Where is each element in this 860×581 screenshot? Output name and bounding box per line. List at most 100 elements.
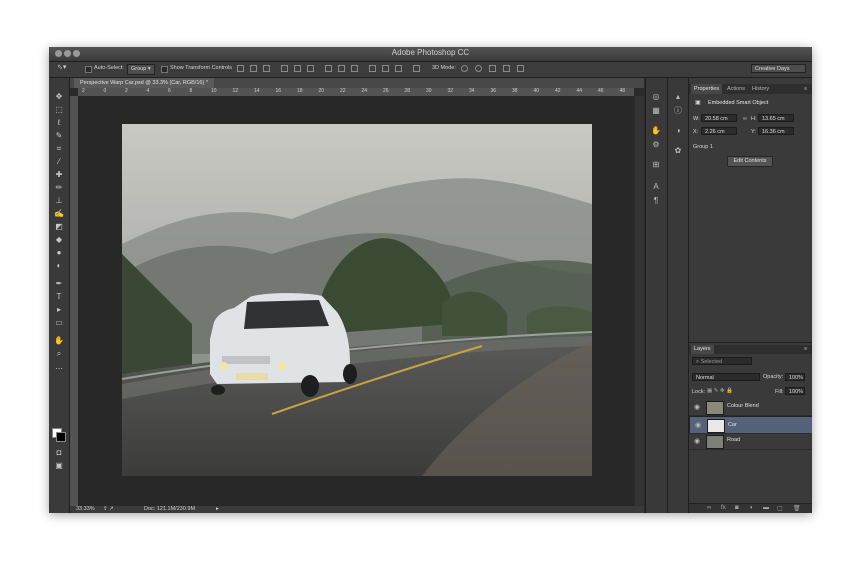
share-icon[interactable]: ⇪ ↗ bbox=[103, 506, 114, 513]
fill-field[interactable]: 100% bbox=[785, 387, 805, 395]
align-hcenter-icon[interactable] bbox=[294, 65, 301, 72]
background-color-swatch[interactable] bbox=[56, 432, 66, 442]
swatches-icon[interactable]: ▦ bbox=[651, 106, 661, 115]
add-mask-icon[interactable]: ◙ bbox=[735, 505, 739, 511]
layers-menu-icon[interactable]: ≡ bbox=[801, 345, 810, 354]
healing-brush-icon[interactable]: ✚ bbox=[54, 170, 64, 180]
move-tool-icon[interactable]: ⬁▾ bbox=[57, 63, 66, 71]
align-bottom-icon[interactable] bbox=[263, 65, 270, 72]
distribute-top-icon[interactable] bbox=[325, 65, 332, 72]
layer-row-selected[interactable]: ◉ Car bbox=[689, 416, 812, 434]
visibility-eye-icon[interactable]: ◉ bbox=[694, 437, 700, 445]
quick-select-icon[interactable]: ✎ bbox=[54, 131, 64, 141]
history-brush-icon[interactable]: ✍ bbox=[54, 209, 64, 219]
clone-stamp-icon[interactable]: ⊥ bbox=[54, 196, 64, 206]
panel-menu-icon[interactable]: ≡ bbox=[801, 84, 810, 94]
character-panel-icon[interactable]: A bbox=[651, 182, 661, 191]
paint-bucket-icon[interactable]: ◆ bbox=[54, 235, 64, 245]
width-field[interactable]: 20.58 cm bbox=[701, 114, 737, 122]
brush-panel-icon[interactable]: ✋ bbox=[651, 126, 661, 135]
new-group-icon[interactable]: ▬ bbox=[763, 505, 769, 511]
dodge-icon[interactable]: ◐ bbox=[54, 261, 64, 271]
3d-panel-icon[interactable]: ◎ bbox=[651, 92, 661, 101]
info-panel-icon[interactable]: ⓘ bbox=[673, 106, 683, 115]
y-label: Y: bbox=[751, 129, 756, 135]
auto-select-checkbox[interactable] bbox=[85, 66, 92, 73]
distribute-vcenter-icon[interactable] bbox=[338, 65, 345, 72]
adjustments-icon[interactable]: ◑ bbox=[673, 126, 683, 135]
blur-icon[interactable]: ● bbox=[54, 248, 64, 258]
rectangle-icon[interactable]: ▭ bbox=[54, 318, 64, 328]
screen-mode-icon[interactable]: ▣ bbox=[54, 461, 64, 471]
layer-filter-field[interactable]: ⌕ Selected bbox=[692, 357, 752, 365]
3d-roll-icon[interactable] bbox=[475, 65, 482, 72]
document-image[interactable] bbox=[122, 124, 592, 476]
3d-slide-icon[interactable] bbox=[503, 65, 510, 72]
layer-name: Road bbox=[727, 437, 741, 443]
3d-pan-icon[interactable] bbox=[489, 65, 496, 72]
new-layer-icon[interactable]: ▢ bbox=[777, 505, 783, 512]
histogram-icon[interactable]: ▴ bbox=[673, 92, 683, 101]
adjustment-layer-icon[interactable]: ◑ bbox=[749, 505, 753, 511]
hand-icon[interactable]: ✋ bbox=[54, 336, 64, 346]
visibility-eye-icon[interactable]: ◉ bbox=[695, 421, 701, 430]
move-icon[interactable]: ✥ bbox=[54, 92, 64, 102]
zoom-readout[interactable]: 33.33% bbox=[76, 506, 95, 513]
x-field[interactable]: 2.26 cm bbox=[701, 127, 737, 135]
3d-scale-icon[interactable] bbox=[517, 65, 524, 72]
blend-mode-select[interactable]: Normal bbox=[692, 373, 760, 381]
paragraph-panel-icon[interactable]: ¶ bbox=[651, 196, 661, 205]
layers-tab-bar: Layers ≡ bbox=[689, 345, 812, 354]
zoom-icon[interactable]: ⌕ bbox=[54, 349, 64, 359]
distribute-left-icon[interactable] bbox=[369, 65, 376, 72]
eraser-icon[interactable]: ◩ bbox=[54, 222, 64, 232]
tab-actions[interactable]: Actions bbox=[724, 84, 748, 94]
clone-source-icon[interactable]: ⊞ bbox=[651, 160, 661, 169]
link-layers-icon[interactable]: ∞ bbox=[707, 505, 711, 511]
more-tools-icon[interactable]: ⋯ bbox=[54, 364, 64, 374]
canvas-area[interactable] bbox=[78, 96, 634, 507]
workspace-switcher[interactable]: Creative Days bbox=[751, 64, 806, 73]
trash-icon[interactable]: 🗑 bbox=[793, 505, 801, 512]
tab-properties[interactable]: Properties bbox=[691, 84, 723, 94]
brush-presets-icon[interactable]: ⚙ bbox=[651, 140, 661, 149]
auto-align-icon[interactable] bbox=[413, 65, 420, 72]
document-tab[interactable]: Perspective Warp Car.psd @ 33.3% (Car, R… bbox=[74, 78, 214, 88]
lasso-icon[interactable]: ℓ bbox=[54, 118, 64, 128]
distribute-bottom-icon[interactable] bbox=[351, 65, 358, 72]
align-right-icon[interactable] bbox=[307, 65, 314, 72]
vertical-scrollbar[interactable] bbox=[635, 96, 644, 507]
link-icon[interactable]: ∞ bbox=[743, 116, 747, 122]
align-vcenter-icon[interactable] bbox=[250, 65, 257, 72]
align-left-icon[interactable] bbox=[281, 65, 288, 72]
opacity-field[interactable]: 100% bbox=[785, 373, 805, 381]
quick-mask-icon[interactable]: ◘ bbox=[54, 448, 64, 458]
3d-rotate-icon[interactable] bbox=[461, 65, 468, 72]
auto-select-dropdown[interactable]: Group ▾ bbox=[127, 64, 155, 75]
eyedropper-icon[interactable]: ⁄ bbox=[54, 157, 64, 167]
lock-icons[interactable]: ▦ ✎ ✥ 🔒 bbox=[707, 388, 733, 394]
visibility-eye-icon[interactable]: ◉ bbox=[694, 403, 700, 411]
distribute-right-icon[interactable] bbox=[395, 65, 402, 72]
styles-icon[interactable]: ✿ bbox=[673, 146, 683, 155]
tab-history[interactable]: History bbox=[749, 84, 772, 94]
align-top-icon[interactable] bbox=[237, 65, 244, 72]
ruler-tick-label: 20 bbox=[318, 88, 325, 94]
crop-icon[interactable]: ⌗ bbox=[54, 144, 64, 154]
y-field[interactable]: 16.36 cm bbox=[758, 127, 794, 135]
layer-row[interactable]: ◉ Road bbox=[689, 433, 812, 450]
show-transform-checkbox[interactable] bbox=[161, 66, 168, 73]
brush-icon[interactable]: ✏ bbox=[54, 183, 64, 193]
type-icon[interactable]: T bbox=[54, 292, 64, 302]
pen-icon[interactable]: ✒ bbox=[54, 279, 64, 289]
marquee-icon[interactable]: ⬚ bbox=[54, 105, 64, 115]
doc-info[interactable]: Doc: 121.1M/230.9M bbox=[144, 506, 195, 513]
path-select-icon[interactable]: ▸ bbox=[54, 305, 64, 315]
height-field[interactable]: 13.65 cm bbox=[758, 114, 794, 122]
edit-contents-button[interactable]: Edit Contents bbox=[727, 156, 773, 167]
fx-icon[interactable]: fx bbox=[721, 505, 726, 511]
distribute-hcenter-icon[interactable] bbox=[382, 65, 389, 72]
tab-layers[interactable]: Layers bbox=[691, 345, 714, 354]
layer-row[interactable]: ◉ Colour Blend bbox=[689, 399, 812, 416]
status-menu-arrow-icon[interactable]: ▸ bbox=[216, 506, 219, 513]
